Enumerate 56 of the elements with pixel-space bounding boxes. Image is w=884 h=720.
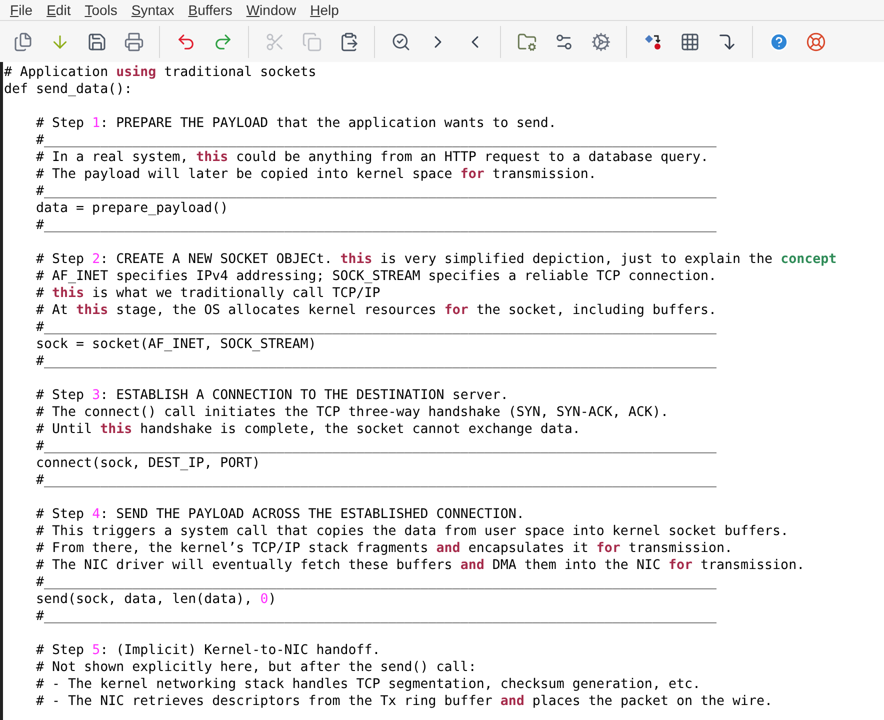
code-line: #____________________________________________________________________________________: [35, 132, 716, 149]
menu-item[interactable]: Buffers: [181, 1, 240, 19]
code-line: # this is what we traditionally call TCP/IP: [35, 285, 380, 302]
code-line: # Step 5: (Implicit) Kernel-to-NIC handoff.: [35, 642, 380, 659]
code-line: #____________________________________________________________________________________: [35, 472, 716, 489]
folder-gear-icon: [516, 32, 536, 52]
code-line: # Step 4: SEND THE PAYLOAD ACROSS THE ESTABLISHED CONNECTION.: [35, 506, 524, 523]
code-line: send(sock, data, len(data), 0): [35, 591, 276, 608]
code-line: connect(sock, DEST_IP, PORT): [35, 455, 260, 472]
paste-icon: [338, 32, 358, 52]
code-line: #____________________________________________________________________________________: [35, 353, 716, 370]
code-line: # Until this handshake is complete, the socket cannot exchange data.: [35, 421, 580, 438]
code-line: # The connect() call initiates the TCP three-way handshake (SYN, SYN-ACK, ACK).: [35, 404, 668, 421]
code-line: # - The NIC retrieves descriptors from the Tx ring buffer and places the packet on the wire.: [35, 693, 773, 710]
code-line: #____________________________________________________________________________________: [35, 608, 716, 625]
code-line: # At this stage, the OS allocates kernel resources for the socket, including buffers.: [35, 302, 717, 319]
menu-item[interactable]: Window: [239, 1, 304, 19]
redo-icon: [212, 32, 232, 52]
code-line: # The payload will later be copied into kernel space for transmission.: [35, 166, 596, 183]
copy-icon: [302, 32, 322, 52]
code-line: #____________________________________________________________________________________: [35, 183, 716, 200]
documents-icon: [12, 32, 32, 52]
code-line: #____________________________________________________________________________________: [35, 217, 716, 234]
editor-text-area[interactable]: [0, 62, 884, 720]
code-line: # From there, the kernel’s TCP/IP stack fragments and encapsulates it for transmission.: [35, 540, 733, 557]
help-icon: [768, 32, 788, 52]
code-line: # The NIC driver will eventually fetch these buffers and DMA them into the NIC for transmission.: [35, 557, 805, 574]
code-line: # Application using traditional sockets: [4, 64, 316, 81]
table-icon: [680, 32, 700, 52]
code-line: #____________________________________________________________________________________: [35, 574, 716, 591]
gears-icon: [590, 32, 610, 52]
code-line: sock = socket(AF_INET, SOCK_STREAM): [35, 336, 316, 353]
print-icon: [124, 32, 144, 52]
code-line: #____________________________________________________________________________________: [35, 438, 716, 455]
code-line: # - The kernel networking stack handles TCP segmentation, checksum generation, etc.: [35, 676, 700, 693]
menu-item[interactable]: Edit: [40, 1, 78, 19]
code-line: # AF_INET specifies IPv4 addressing; SOCK_STREAM specifies a reliable TCP connection.: [35, 268, 716, 285]
search-icon: [390, 32, 410, 52]
menu-item[interactable]: Syntax: [124, 1, 182, 19]
code-line: data = prepare_payload(): [35, 200, 228, 217]
corner-arrow-icon: [716, 32, 736, 52]
code-line: # Step 1: PREPARE THE PAYLOAD that the application wants to send.: [35, 115, 556, 132]
code-line: # Not shown explicitly here, but after the send() call:: [35, 659, 476, 676]
menu-item[interactable]: Help: [303, 1, 346, 19]
code-line: # This triggers a system call that copies the data from user space into kernel socket buffers.: [35, 523, 789, 540]
undo-icon: [176, 32, 196, 52]
cut-icon: [264, 32, 284, 52]
code-line: #____________________________________________________________________________________: [35, 319, 716, 336]
code-line: def send_data():: [4, 81, 132, 98]
code-line: # Step 3: ESTABLISH A CONNECTION TO THE DESTINATION server.: [35, 387, 508, 404]
code-line: # In a real system, this could be anything from an HTTP request to a database query.: [35, 149, 708, 166]
lifebuoy-icon: [806, 32, 826, 52]
code-line: # Step 2: CREATE A NEW SOCKET OBJECt. this is very simplified depiction, just to explain the concept: [35, 251, 837, 268]
menu-item[interactable]: File: [3, 1, 40, 19]
menu-item[interactable]: Tools: [78, 1, 124, 19]
save-icon: [86, 32, 106, 52]
